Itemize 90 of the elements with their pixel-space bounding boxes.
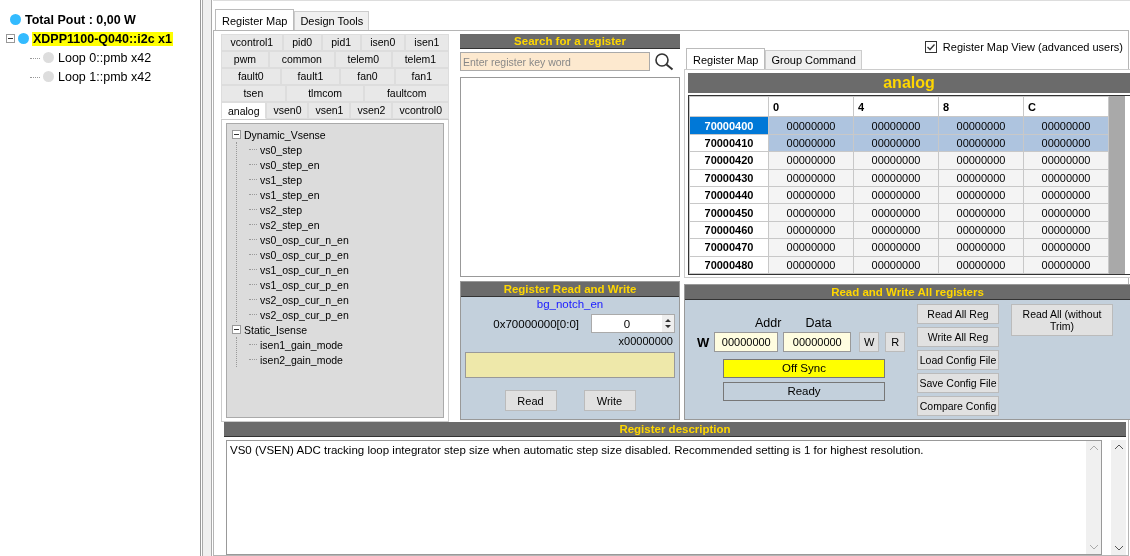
status-display: Ready — [723, 382, 885, 401]
checkbox-checked-icon[interactable] — [924, 41, 937, 53]
tab[interactable]: vsen0 — [266, 102, 309, 119]
section-header: Register description — [224, 422, 1126, 437]
section-header: Register Read and Write — [461, 282, 679, 297]
tree-item[interactable]: vs0_step — [260, 143, 303, 156]
tab[interactable]: isen1 — [404, 34, 449, 51]
tree-item[interactable]: Loop 0::pmb x42 — [57, 50, 153, 65]
tree-item[interactable]: Dynamic_Vsense — [244, 128, 326, 141]
small-button[interactable]: R — [885, 332, 906, 352]
action-button[interactable]: Write — [583, 390, 636, 411]
scrollbar[interactable] — [1109, 96, 1125, 274]
tab[interactable]: vsen1 — [308, 102, 351, 119]
splitter[interactable] — [202, 0, 212, 556]
tab[interactable]: telem1 — [391, 51, 450, 68]
description-text: VS0 (VSEN) ADC tracking loop integrator step size when automatic step size disabled. Recommended setting is 1 for highest resolution. — [229, 443, 925, 458]
column-header: 8 — [938, 96, 1024, 117]
mode-label: W — [697, 334, 710, 350]
tab[interactable]: Design Tools — [294, 11, 370, 30]
tree-item[interactable]: vs2_step_en — [260, 218, 320, 231]
tree-item[interactable]: vs0_osp_cur_p_en — [260, 248, 349, 261]
hex-value: x00000000 — [617, 334, 674, 347]
field-label: Data — [805, 316, 832, 330]
collapse-icon[interactable] — [232, 325, 241, 334]
spinner-arrows-icon — [662, 315, 674, 332]
register-name: bg_notch_en — [535, 298, 605, 310]
search-field[interactable]: Enter register key word — [460, 52, 650, 71]
input-field[interactable]: 00000000 — [783, 332, 852, 352]
action-button[interactable]: Read — [504, 390, 557, 411]
tab[interactable]: tsen — [221, 85, 286, 102]
tree-item[interactable]: XDPP1100-Q040::i2c x1 — [32, 31, 173, 46]
tree-item[interactable]: isen1_gain_mode — [260, 338, 343, 351]
small-button[interactable]: W — [859, 332, 880, 352]
action-button[interactable]: Load Config File — [917, 350, 999, 370]
action-button[interactable]: Read All Reg — [917, 304, 999, 324]
tree-item[interactable]: Loop 1::pmb x42 — [57, 69, 153, 84]
section-header: Search for a register — [460, 34, 680, 49]
tree-item[interactable]: vs1_osp_cur_n_en — [260, 263, 349, 276]
tab[interactable]: Group Command — [765, 50, 862, 69]
tab[interactable]: common — [268, 51, 335, 68]
action-button[interactable]: Write All Reg — [917, 327, 999, 347]
tree-item[interactable]: vs1_step — [260, 173, 303, 186]
tab[interactable]: vcontrol1 — [221, 34, 283, 51]
tab[interactable]: pid1 — [321, 34, 361, 51]
value-spinbox[interactable]: 0 — [591, 314, 675, 333]
tab[interactable]: fault0 — [221, 68, 281, 85]
tab[interactable]: telem0 — [334, 51, 392, 68]
collapse-icon[interactable] — [232, 130, 241, 139]
tab[interactable]: vcontrol0 — [392, 102, 449, 119]
tree-item[interactable]: isen2_gain_mode — [260, 353, 343, 366]
address-label: 0x70000000[0:0] — [493, 317, 579, 330]
action-button[interactable]: Save Config File — [917, 373, 999, 393]
tree-item[interactable]: vs2_osp_cur_n_en — [260, 293, 349, 306]
tab[interactable]: Register Map — [686, 48, 766, 70]
tab[interactable]: tlmcom — [285, 85, 365, 102]
action-button[interactable]: Compare Config — [917, 396, 999, 416]
tree-item[interactable]: vs1_osp_cur_p_en — [260, 278, 349, 291]
field-label: Addr — [755, 316, 782, 330]
checkbox-label[interactable]: Register Map View (advanced users) — [942, 41, 1123, 53]
search-icon — [654, 52, 674, 71]
section-header: Read and Write All registers — [685, 285, 1130, 300]
column-header: 0 — [768, 96, 854, 117]
tab[interactable]: fault1 — [280, 68, 341, 85]
tab[interactable]: faultcom — [364, 85, 449, 102]
column-header: 4 — [853, 96, 939, 117]
description-box[interactable]: VS0 (VSEN) ADC tracking loop integrator step size when automatic step size disabled. Recommended setting is 1 for highest resolution. — [226, 440, 1102, 555]
tree-item[interactable]: vs0_step_en — [260, 158, 320, 171]
tree-item[interactable]: Total Pout : 0,00 W — [24, 12, 137, 27]
tab[interactable]: fan1 — [394, 68, 449, 85]
action-button[interactable]: Read All (without Trim) — [1011, 304, 1113, 336]
map-title: analog — [688, 73, 1130, 93]
tree-item[interactable]: vs2_osp_cur_p_en — [260, 308, 349, 321]
scrollbar[interactable] — [1111, 440, 1126, 555]
tree-item[interactable]: Static_Isense — [244, 323, 308, 336]
tab[interactable]: vsen2 — [350, 102, 393, 119]
sync-status: Off Sync — [723, 359, 885, 378]
column-header: C — [1023, 96, 1109, 117]
tab[interactable]: Register Map — [215, 9, 295, 31]
tab[interactable]: analog — [221, 102, 267, 119]
collapse-icon[interactable] — [6, 34, 15, 43]
tab[interactable]: isen0 — [360, 34, 405, 51]
scrollbar[interactable] — [1086, 441, 1101, 554]
tree-item[interactable]: vs0_osp_cur_n_en — [260, 233, 349, 246]
input-field[interactable]: 00000000 — [714, 332, 779, 352]
tab[interactable]: pwm — [221, 51, 269, 68]
tab[interactable]: pid0 — [282, 34, 322, 51]
tree-item[interactable]: vs2_step — [260, 203, 303, 216]
tree-item[interactable]: vs1_step_en — [260, 188, 320, 201]
tab[interactable]: fan0 — [340, 68, 395, 85]
value-field[interactable] — [465, 352, 675, 378]
